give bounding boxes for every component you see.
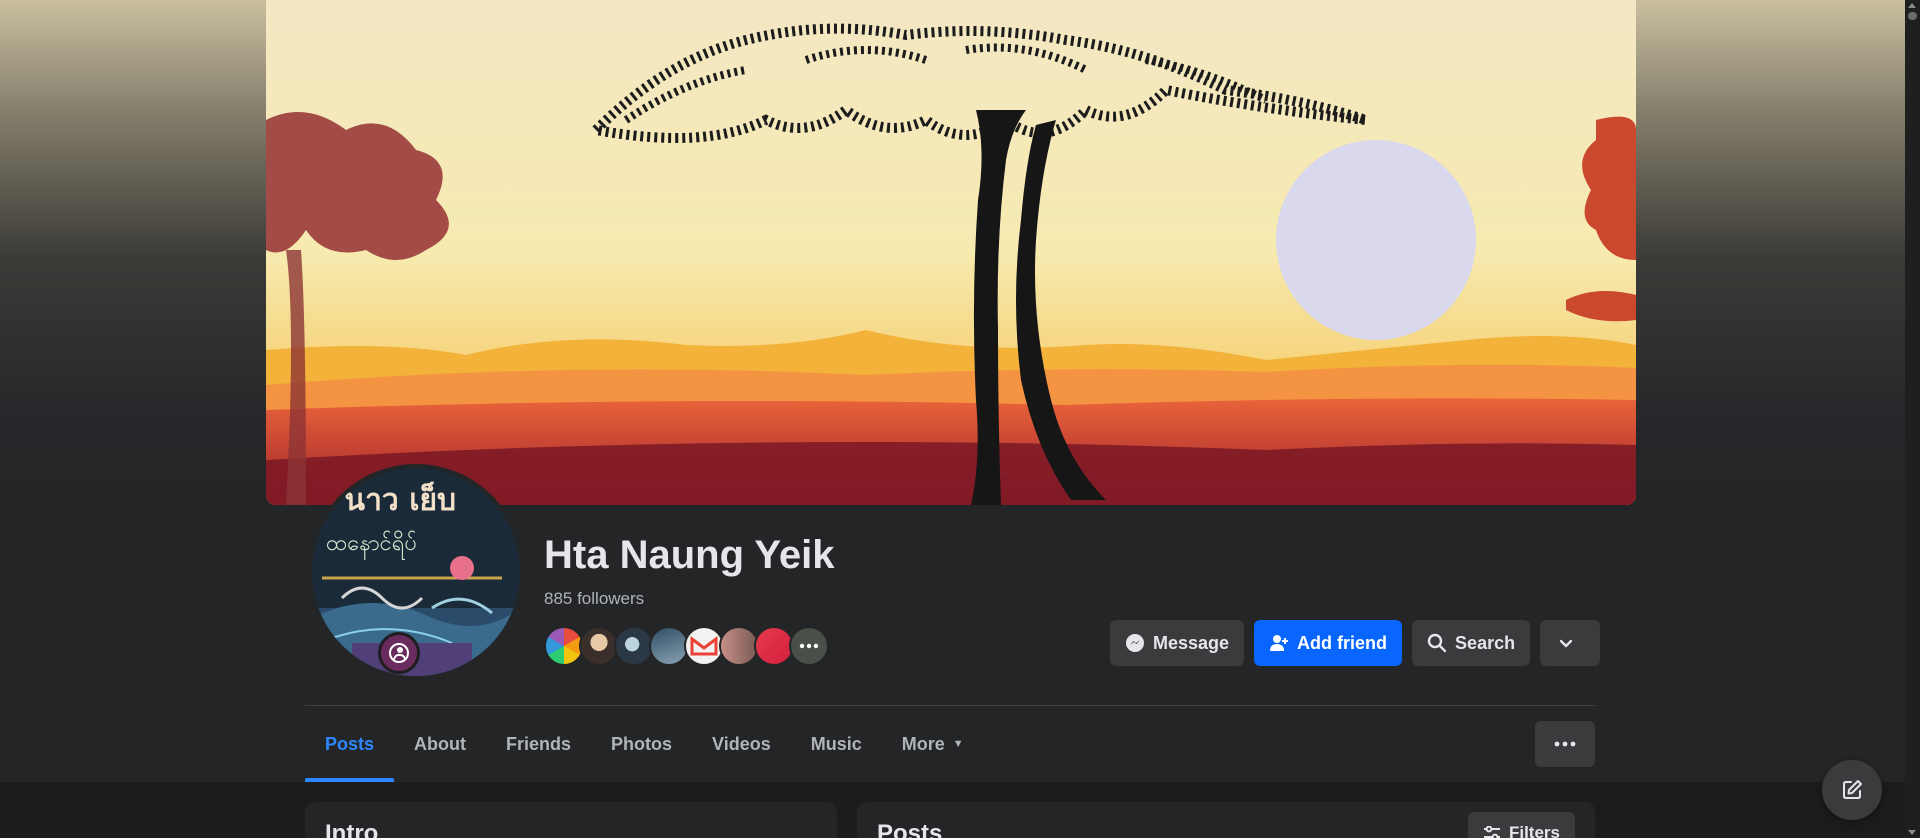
tab-label: Friends: [506, 733, 572, 754]
search-icon: [1427, 633, 1447, 653]
tab-photos[interactable]: Photos: [591, 706, 692, 782]
tab-friends[interactable]: Friends: [486, 706, 591, 782]
filters-button[interactable]: Filters: [1467, 812, 1575, 838]
tab-posts[interactable]: Posts: [305, 706, 395, 782]
posts-title: Posts: [877, 820, 943, 838]
message-button-label: Message: [1153, 632, 1230, 653]
friend-avatar[interactable]: [579, 626, 619, 666]
tab-music[interactable]: Music: [791, 706, 882, 782]
add-friend-button[interactable]: Add friend: [1254, 620, 1403, 666]
scroll-up-arrow-icon[interactable]: [1908, 3, 1916, 8]
tab-label: Music: [810, 733, 862, 754]
friend-avatar[interactable]: [614, 626, 654, 666]
compose-icon: [1843, 780, 1862, 799]
intro-title: Intro: [325, 820, 379, 838]
scroll-thumb[interactable]: [1908, 12, 1917, 20]
followers-count[interactable]: 885 followers: [544, 589, 644, 609]
friend-avatar[interactable]: [649, 626, 689, 666]
tab-label: Videos: [712, 733, 771, 754]
posts-card: Posts Filters: [857, 802, 1595, 838]
mutual-friends-avatars: [544, 626, 829, 666]
scroll-down-arrow-icon[interactable]: [1908, 830, 1916, 835]
profile-actions: Message Add friend Search: [1110, 620, 1601, 666]
intro-card: Intro: [305, 802, 837, 838]
tab-label: More: [901, 733, 945, 754]
followers-text[interactable]: 885 followers: [544, 589, 644, 608]
messenger-icon: [1126, 634, 1144, 652]
profile-lock-badge-icon: [378, 632, 420, 674]
ellipsis-icon: [1554, 741, 1576, 747]
search-button-label: Search: [1455, 632, 1516, 653]
friend-avatar[interactable]: [684, 626, 724, 666]
add-friend-icon: [1270, 635, 1289, 651]
friend-avatar-more[interactable]: [789, 626, 829, 666]
more-options-button[interactable]: [1535, 721, 1595, 767]
friend-avatar[interactable]: [754, 626, 794, 666]
profile-tabs: Posts About Friends Photos Videos Music …: [305, 706, 984, 782]
friend-avatar[interactable]: [719, 626, 759, 666]
tab-about[interactable]: About: [394, 706, 486, 782]
tab-label: Posts: [325, 733, 375, 754]
profile-name: Hta Naung Yeik: [544, 533, 835, 577]
more-actions-dropdown[interactable]: [1540, 620, 1601, 666]
filters-label: Filters: [1508, 823, 1560, 838]
page-scrollbar[interactable]: [1905, 0, 1920, 838]
tab-label: About: [414, 733, 467, 754]
add-friend-button-label: Add friend: [1297, 632, 1388, 653]
tab-label: Photos: [611, 733, 673, 754]
filters-icon: [1483, 826, 1500, 838]
new-message-button[interactable]: [1822, 760, 1882, 820]
tab-more[interactable]: More ▼: [882, 706, 984, 782]
cover-photo[interactable]: [266, 0, 1636, 505]
search-button[interactable]: Search: [1412, 620, 1531, 666]
tab-videos[interactable]: Videos: [692, 706, 791, 782]
message-button[interactable]: Message: [1110, 620, 1245, 666]
chevron-down-icon: [1559, 639, 1573, 648]
caret-down-icon: ▼: [952, 738, 964, 750]
friend-avatar[interactable]: [544, 626, 584, 666]
svg-text:ထနောင်ရိပ်: ထနောင်ရိပ်: [326, 530, 417, 560]
